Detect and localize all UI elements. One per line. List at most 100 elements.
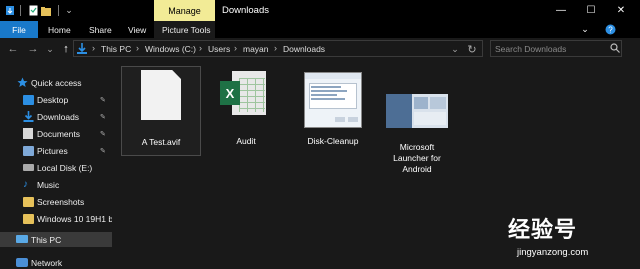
sidebar-item-screenshots[interactable]: Screenshots [0, 194, 112, 209]
breadcrumb-sep: › [136, 43, 139, 53]
breadcrumb-windows-c[interactable]: Windows (C:) [145, 44, 196, 54]
refresh-icon[interactable]: ↻ [466, 41, 478, 57]
network-icon [16, 258, 28, 267]
star-icon [17, 77, 28, 87]
sidebar-item-desktop[interactable]: Desktop ✎ [0, 92, 112, 107]
sidebar-item-label: Local Disk (E:) [37, 162, 93, 173]
quick-access-divider-2 [58, 5, 59, 16]
folder-icon [23, 197, 34, 207]
pin-icon: ✎ [100, 113, 106, 121]
sidebar-item-windows-10-19h1[interactable]: Windows 10 19H1 b [0, 211, 112, 226]
file-item-a-test-avif[interactable]: A Test.avif [121, 66, 201, 156]
breadcrumb-users[interactable]: Users [208, 44, 230, 54]
tab-home[interactable]: Home [48, 21, 71, 38]
breadcrumb-sep: › [199, 43, 202, 53]
breadcrumb-this-pc[interactable]: This PC [101, 44, 131, 54]
file-name: A Test.avif [141, 137, 181, 147]
file-name: Disk-Cleanup [307, 136, 359, 146]
recent-locations-button[interactable]: ⌄ [45, 41, 55, 57]
computer-icon [16, 235, 28, 243]
sidebar-item-local-disk-e[interactable]: Local Disk (E:) [0, 160, 112, 175]
breadcrumb-sep: › [234, 43, 237, 53]
customize-quick-access-icon[interactable]: ⌄ [64, 4, 74, 17]
disk-cleanup-thumbnail [304, 72, 362, 128]
thumbnail-button [348, 117, 358, 122]
pin-icon: ✎ [100, 130, 106, 138]
thumbnail-line [311, 94, 337, 96]
maximize-button[interactable]: ☐ [576, 0, 606, 21]
thumbnail-tile [414, 112, 446, 125]
tab-share[interactable]: Share [89, 21, 112, 38]
downloads-location-icon [77, 43, 87, 56]
thumbnail-button [335, 117, 345, 122]
new-folder-icon[interactable] [41, 4, 51, 17]
pin-icon: ✎ [100, 147, 106, 155]
breadcrumb-downloads[interactable]: Downloads [283, 44, 325, 54]
tab-file[interactable]: File [0, 21, 38, 38]
sidebar-item-this-pc[interactable]: This PC [0, 232, 112, 247]
svg-text:?: ? [608, 26, 613, 35]
generic-file-icon [141, 70, 181, 120]
manage-tab[interactable]: Manage [154, 0, 215, 21]
thumbnail-line [311, 98, 345, 100]
thumbnail-tile [430, 97, 446, 109]
folder-down-icon[interactable] [4, 4, 16, 17]
properties-icon[interactable] [28, 4, 38, 17]
sidebar-item-label: Documents [37, 128, 80, 139]
sidebar-item-label: Screenshots [37, 196, 85, 207]
close-button[interactable]: ✕ [606, 0, 636, 21]
sidebar-item-label: Pictures [37, 145, 68, 156]
minimize-button[interactable]: — [546, 0, 576, 21]
sidebar-item-label: Desktop [37, 94, 69, 105]
sidebar-item-label: This PC [31, 234, 62, 245]
thumbnail-panel [386, 94, 412, 128]
breadcrumb-sep: › [92, 43, 95, 53]
microsoft-launcher-thumbnail [386, 94, 448, 128]
sidebar-item-label: Windows 10 19H1 b [37, 213, 112, 224]
up-button[interactable]: ↑ [60, 41, 72, 57]
excel-grid-icon [239, 78, 265, 112]
sidebar-item-downloads[interactable]: Downloads ✎ [0, 109, 112, 124]
file-name-line-2: Launcher for [393, 153, 441, 163]
file-item-microsoft-launcher[interactable]: Microsoft Launcher for Android [377, 66, 457, 176]
thumbnail-titlebar [305, 73, 361, 79]
sidebar-item-quick-access[interactable]: Quick access [0, 75, 112, 90]
excel-icon: X [220, 81, 240, 105]
help-icon[interactable]: ? [600, 21, 620, 38]
sidebar-item-music[interactable]: ♪ Music [0, 177, 112, 192]
breadcrumb-sep: › [274, 43, 277, 53]
search-icon [610, 43, 620, 55]
address-bar[interactable] [73, 40, 483, 57]
downloads-folder-icon [23, 111, 34, 122]
sidebar-item-documents[interactable]: Documents ✎ [0, 126, 112, 141]
breadcrumb-mayan[interactable]: mayan [243, 44, 269, 54]
file-item-disk-cleanup[interactable]: Disk-Cleanup [293, 66, 373, 156]
file-item-audit[interactable]: X Audit [206, 66, 286, 156]
music-icon: ♪ [23, 179, 28, 190]
ribbon-expand-icon[interactable]: ⌄ [570, 21, 600, 38]
folder-icon [23, 214, 34, 224]
title-bar [0, 0, 640, 21]
thumbnail-line [311, 90, 347, 92]
file-name-line-3: Android [402, 164, 432, 174]
back-button[interactable]: ← [6, 41, 20, 57]
tab-picture-tools[interactable]: Picture Tools [162, 21, 211, 38]
sidebar-item-label: Quick access [31, 77, 82, 88]
address-dropdown-icon[interactable]: ⌄ [450, 41, 460, 57]
sidebar-item-label: Downloads [37, 111, 80, 122]
forward-button[interactable]: → [26, 41, 40, 57]
sidebar-item-pictures[interactable]: Pictures ✎ [0, 143, 112, 158]
sidebar-item-label: Network [31, 257, 63, 268]
pictures-folder-icon [23, 146, 34, 156]
window-title: Downloads [222, 5, 269, 16]
watermark-text: 经验号 [508, 217, 578, 242]
sidebar-item-network[interactable]: Network [0, 255, 112, 269]
drive-icon [23, 164, 34, 171]
search-placeholder: Search Downloads [495, 44, 567, 54]
desktop-folder-icon [23, 95, 34, 105]
file-name-line-1: Microsoft [399, 142, 435, 152]
tab-view[interactable]: View [128, 21, 146, 38]
watermark-url: jingyanzong.com [517, 247, 589, 258]
pin-icon: ✎ [100, 96, 106, 104]
thumbnail-line [311, 86, 341, 88]
